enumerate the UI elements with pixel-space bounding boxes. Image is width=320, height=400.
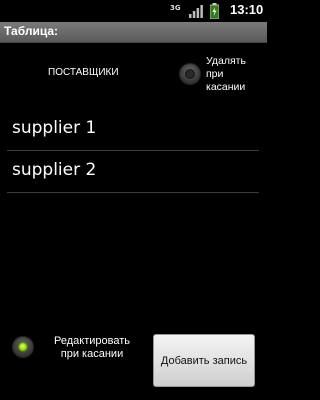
- signal-icon: [189, 5, 203, 18]
- delete-on-touch-toggle[interactable]: [179, 63, 201, 85]
- edit-on-touch-label: Редактировать при касании: [54, 335, 130, 360]
- edit-on-touch-toggle[interactable]: [12, 336, 34, 358]
- divider: [7, 192, 259, 193]
- sim-icon: 3G: [170, 4, 181, 12]
- radio-on-icon: [18, 342, 28, 352]
- delete-on-touch-label: Удалять при касании: [206, 55, 246, 93]
- clock: 13:10: [230, 2, 264, 17]
- divider: [7, 150, 259, 151]
- page-title: Таблица:: [4, 24, 59, 38]
- add-record-button-label: Добавить запись: [160, 354, 248, 367]
- battery-icon: [210, 3, 219, 19]
- status-bar: 3G 13:10: [0, 0, 267, 22]
- list-item[interactable]: supplier 2: [0, 152, 258, 192]
- title-bar: Таблица:: [0, 22, 267, 43]
- list-item[interactable]: supplier 1: [0, 110, 258, 150]
- radio-off-icon: [185, 69, 195, 79]
- column-header-suppliers: ПОСТАВЩИКИ: [48, 67, 119, 78]
- list-item-label: supplier 2: [12, 160, 97, 180]
- list-item-label: supplier 1: [12, 118, 97, 138]
- add-record-button[interactable]: Добавить запись: [153, 334, 255, 387]
